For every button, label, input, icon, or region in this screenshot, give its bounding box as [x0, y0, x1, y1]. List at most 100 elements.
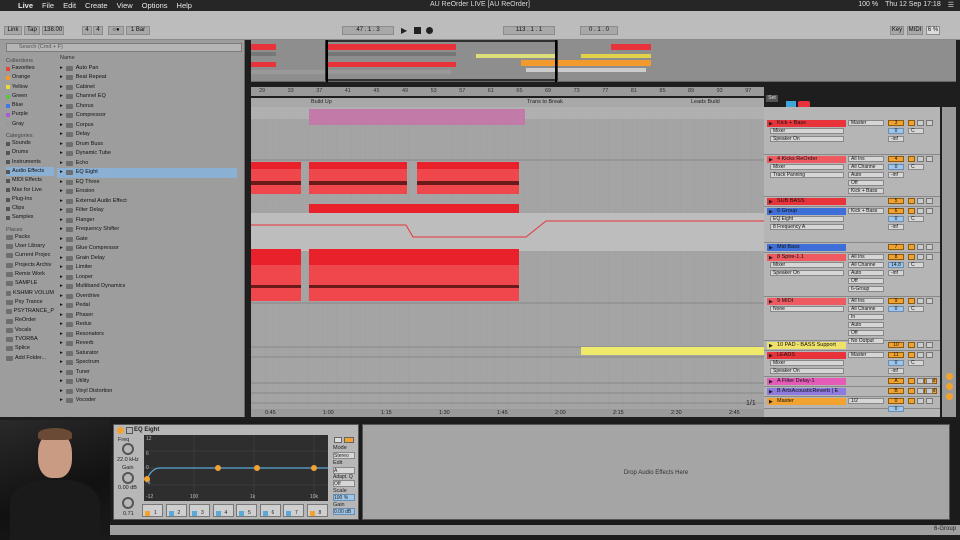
- track-solo-icon[interactable]: [917, 298, 924, 304]
- browser-list-item[interactable]: ▸ Saturator: [57, 349, 237, 359]
- track-routing-select[interactable]: None: [770, 306, 844, 312]
- expand-arrow-icon[interactable]: ▸: [60, 149, 63, 159]
- track-extra-control[interactable]: Auto: [848, 322, 884, 328]
- drop-effects-area[interactable]: Drop Audio Effects Here: [362, 424, 950, 520]
- track-routing-select[interactable]: Mixer: [770, 164, 844, 170]
- track-solo-icon[interactable]: [917, 398, 924, 404]
- track-input-select[interactable]: All Ins: [848, 156, 884, 162]
- track-number[interactable]: A: [888, 378, 904, 384]
- browser-list-item[interactable]: ▸ Auto Pan: [57, 64, 237, 74]
- menu-help[interactable]: Help: [177, 1, 192, 10]
- beat-ruler[interactable]: 29 33 37 41 45 49 53 57 61 65 69 73 77 81 85 89 93 97: [251, 87, 764, 96]
- eq-band-toggle[interactable]: 7: [283, 504, 304, 517]
- expand-arrow-icon[interactable]: ▸: [60, 83, 63, 93]
- track-send-level[interactable]: -inf: [888, 224, 904, 230]
- track-volume[interactable]: 0: [888, 360, 904, 366]
- browser-list-item[interactable]: ▸ Utility: [57, 377, 237, 387]
- track-routing-select[interactable]: EQ Eight: [770, 216, 844, 222]
- locator-trans-to-break[interactable]: Trans to Break: [527, 99, 563, 105]
- eq-band-toggle[interactable]: 2: [165, 504, 187, 517]
- expand-arrow-icon[interactable]: ▸: [60, 159, 63, 169]
- expand-arrow-icon[interactable]: ▸: [60, 178, 63, 188]
- browser-list-item[interactable]: ▸ External Audio Effect: [57, 197, 237, 207]
- track-arm-icon[interactable]: [926, 298, 933, 304]
- track-solo-icon[interactable]: [917, 254, 924, 260]
- browser-list-item[interactable]: ▸ Reverb: [57, 339, 237, 349]
- play-icon[interactable]: ▶: [401, 26, 409, 35]
- eq-band-enable-icon[interactable]: [286, 511, 291, 516]
- eq-band-enable-icon[interactable]: [309, 511, 315, 516]
- eq-band-enable-icon[interactable]: [215, 511, 221, 516]
- track-name[interactable]: LEADS: [767, 352, 846, 359]
- browser-list-item[interactable]: ▸ Filter Delay: [57, 206, 237, 216]
- expand-arrow-icon[interactable]: ▸: [60, 216, 63, 226]
- track-activator-icon[interactable]: [908, 388, 915, 394]
- gain-knob[interactable]: [122, 472, 134, 484]
- track-solo-icon[interactable]: [917, 352, 924, 358]
- track-number[interactable]: 0: [888, 398, 904, 404]
- expand-arrow-icon[interactable]: ▸: [60, 168, 63, 178]
- track-extra-control[interactable]: Off: [848, 330, 884, 336]
- track-extra-control[interactable]: Off: [848, 180, 884, 186]
- signature-numerator[interactable]: 4: [82, 26, 92, 35]
- record-icon[interactable]: [426, 27, 433, 34]
- menu-view[interactable]: View: [117, 1, 133, 10]
- track-input-select[interactable]: Master: [848, 352, 884, 358]
- device-expand-icon[interactable]: [126, 427, 133, 434]
- track-fold-icon[interactable]: ▶: [769, 379, 773, 385]
- track-number[interactable]: B: [888, 388, 904, 394]
- browser-list-item[interactable]: ▸ Flanger: [57, 216, 237, 226]
- track-routing-select[interactable]: Speaker On: [770, 136, 844, 142]
- expand-arrow-icon[interactable]: ▸: [60, 187, 63, 197]
- tap-button[interactable]: Tap: [24, 26, 40, 35]
- track-activator-icon[interactable]: [908, 198, 915, 204]
- track-extra-control[interactable]: In: [848, 314, 884, 320]
- track-activator-icon[interactable]: [908, 378, 915, 384]
- place-item[interactable]: Splice: [6, 344, 54, 353]
- track-activator-icon[interactable]: [908, 156, 915, 162]
- track-name[interactable]: 9 MIDI: [767, 298, 846, 305]
- expand-arrow-icon[interactable]: ▸: [60, 301, 63, 311]
- eq-band-toggle[interactable]: 5: [236, 504, 257, 517]
- track-pan[interactable]: C: [908, 262, 924, 268]
- category-item[interactable]: Samples: [6, 213, 54, 222]
- device-power-icon[interactable]: [117, 427, 124, 434]
- browser-list-item[interactable]: ▸ EQ Three: [57, 178, 237, 188]
- link-button[interactable]: Link: [4, 26, 22, 35]
- menu-app[interactable]: Live: [18, 1, 33, 10]
- browser-list-item[interactable]: ▸ Limiter: [57, 263, 237, 273]
- track-number[interactable]: 3: [888, 120, 904, 126]
- eq-band-enable-icon[interactable]: [168, 511, 174, 516]
- locator-leads-build[interactable]: Leads Build: [691, 99, 720, 105]
- eq-band-enable-icon[interactable]: [239, 511, 244, 516]
- expand-arrow-icon[interactable]: ▸: [60, 225, 63, 235]
- track-activator-icon[interactable]: [908, 254, 915, 260]
- category-item[interactable]: MIDI Effects: [6, 176, 54, 185]
- collection-item[interactable]: Green: [6, 92, 54, 101]
- track-send-level[interactable]: -inf: [888, 270, 904, 276]
- track-name[interactable]: Kick + Bass: [767, 120, 846, 127]
- track-activator-icon[interactable]: [908, 208, 915, 214]
- expand-arrow-icon[interactable]: ▸: [60, 358, 63, 368]
- adapt-q-toggle[interactable]: Off: [333, 480, 355, 487]
- mixer-track[interactable]: 10 PAD - BASS Support ▶ 10: [764, 341, 940, 351]
- mixer-track[interactable]: B ArtsAcousticReverb | E▶BPost: [764, 387, 940, 397]
- track-fold-icon[interactable]: ▶: [769, 343, 773, 349]
- browser-list-item[interactable]: ▸ EQ Eight: [57, 168, 237, 178]
- track-arm-icon[interactable]: [926, 398, 933, 404]
- track-solo-icon[interactable]: [917, 378, 924, 384]
- track-extra-control[interactable]: All Channe: [848, 164, 884, 170]
- track-name[interactable]: Master: [767, 398, 846, 405]
- key-map-button[interactable]: Key: [890, 26, 904, 35]
- mixer-track[interactable]: 9 MIDI ▶ All Ins None All Channe In Auto Off No …: [764, 297, 940, 344]
- locator-build-up[interactable]: Build Up: [311, 99, 332, 105]
- browser-search-input[interactable]: Search (Cmd + F): [6, 43, 242, 52]
- expand-arrow-icon[interactable]: ▸: [60, 292, 63, 302]
- expand-arrow-icon[interactable]: ▸: [60, 387, 63, 397]
- expand-arrow-icon[interactable]: ▸: [60, 311, 63, 321]
- browser-list-item[interactable]: ▸ Delay: [57, 130, 237, 140]
- expand-arrow-icon[interactable]: ▸: [60, 263, 63, 273]
- track-arm-icon[interactable]: [926, 156, 933, 162]
- expand-arrow-icon[interactable]: ▸: [60, 320, 63, 330]
- place-item[interactable]: TVORBA: [6, 335, 54, 344]
